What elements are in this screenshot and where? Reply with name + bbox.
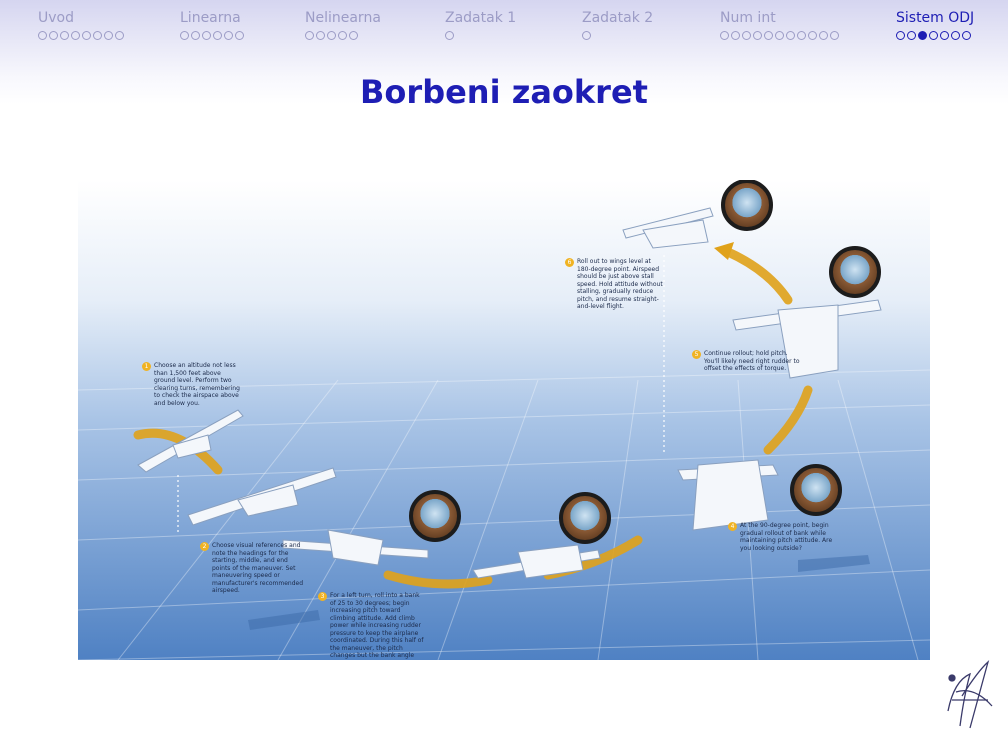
nav-frame-dot[interactable] xyxy=(753,30,762,40)
nav-frame-dot[interactable] xyxy=(582,30,591,40)
attitude-indicator-icon xyxy=(721,180,773,231)
step-note-5: 5 Continue rollout; hold pitch. You'll li… xyxy=(692,350,804,373)
step-badge: 1 xyxy=(142,362,151,371)
nav-frame-dot[interactable] xyxy=(775,30,784,40)
nav-frame-dot[interactable] xyxy=(896,30,905,40)
step-text: Choose visual references and note the he… xyxy=(212,542,304,594)
nav-frame-dot[interactable] xyxy=(49,30,58,40)
nav-frame-dot[interactable] xyxy=(445,30,454,40)
nav-frame-dot[interactable] xyxy=(731,30,740,40)
step-badge: 2 xyxy=(200,542,209,551)
step-badge: 5 xyxy=(692,350,701,359)
nav-frame-dot[interactable] xyxy=(71,30,80,40)
nav-frame-dot[interactable] xyxy=(38,30,47,40)
nav-frame-dot[interactable] xyxy=(104,30,113,40)
nav-dots-sistem-odj xyxy=(896,30,974,40)
nav-section-uvod[interactable]: Uvod xyxy=(38,9,124,40)
step-text: Roll out to wings level at 180-degree po… xyxy=(577,258,663,310)
nav-frame-dot[interactable] xyxy=(202,30,211,40)
nav-frame-dot[interactable] xyxy=(742,30,751,40)
nav-dots-num-int xyxy=(720,30,839,40)
step-text: For a left turn, roll into a bank of 25 … xyxy=(330,592,424,660)
nav-frame-dot[interactable] xyxy=(327,30,336,40)
step-badge: 3 xyxy=(318,592,327,601)
nav-frame-dot[interactable] xyxy=(940,30,949,40)
nav-frame-dot[interactable] xyxy=(213,30,222,40)
nav-frame-dot[interactable] xyxy=(962,30,971,40)
logo-mark xyxy=(947,660,993,729)
attitude-indicator-icon xyxy=(409,490,461,542)
nav-label-nelinearna[interactable]: Nelinearna xyxy=(305,9,381,27)
nav-label-num-int[interactable]: Num int xyxy=(720,9,839,27)
slide-title: Borbeni zaokret xyxy=(360,73,648,111)
nav-frame-dot[interactable] xyxy=(338,30,347,40)
nav-frame-dot[interactable] xyxy=(60,30,69,40)
nav-frame-dot[interactable] xyxy=(180,30,189,40)
nav-frame-dot[interactable] xyxy=(797,30,806,40)
attitude-indicator-icon xyxy=(559,492,611,544)
nav-label-uvod[interactable]: Uvod xyxy=(38,9,124,27)
nav-label-sistem-odj[interactable]: Sistem ODJ xyxy=(896,9,974,27)
nav-dots-zadatak-1 xyxy=(445,30,516,40)
attitude-indicator-icon xyxy=(790,464,842,516)
nav-frame-dot[interactable] xyxy=(224,30,233,40)
step-text: Continue rollout; hold pitch. You'll lik… xyxy=(704,350,800,372)
nav-dots-nelinearna xyxy=(305,30,381,40)
nav-frame-dot[interactable] xyxy=(349,30,358,40)
nav-section-nelinearna[interactable]: Nelinearna xyxy=(305,9,381,40)
attitude-indicator-icon xyxy=(829,246,881,298)
nav-section-sistem-odj[interactable]: Sistem ODJ xyxy=(896,9,974,40)
step-note-1: 1 Choose an altitude not less than 1,500 … xyxy=(142,362,242,407)
nav-frame-dot[interactable] xyxy=(316,30,325,40)
step-note-4: 4 At the 90-degree point, begin gradual r… xyxy=(728,522,838,552)
nav-frame-dot[interactable] xyxy=(786,30,795,40)
nav-frame-dot[interactable] xyxy=(720,30,729,40)
nav-frame-dot[interactable] xyxy=(907,30,916,40)
nav-frame-dot[interactable] xyxy=(918,30,927,40)
nav-label-zadatak-2[interactable]: Zadatak 2 xyxy=(582,9,653,27)
nav-section-zadatak-2[interactable]: Zadatak 2 xyxy=(582,9,653,40)
step-text: Choose an altitude not less than 1,500 f… xyxy=(154,362,240,407)
nav-frame-dot[interactable] xyxy=(191,30,200,40)
nav-label-zadatak-1[interactable]: Zadatak 1 xyxy=(445,9,516,27)
nav-label-linearna[interactable]: Linearna xyxy=(180,9,244,27)
nav-dots-zadatak-2 xyxy=(582,30,653,40)
step-badge: 6 xyxy=(565,258,574,267)
nav-frame-dot[interactable] xyxy=(951,30,960,40)
step-text: At the 90-degree point, begin gradual ro… xyxy=(740,522,833,552)
nav-section-linearna[interactable]: Linearna xyxy=(180,9,244,40)
step-note-3: 3 For a left turn, roll into a bank of 25… xyxy=(318,592,426,660)
nav-section-zadatak-1[interactable]: Zadatak 1 xyxy=(445,9,516,40)
nav-frame-dot[interactable] xyxy=(305,30,314,40)
nav-dots-linearna xyxy=(180,30,244,40)
nav-frame-dot[interactable] xyxy=(115,30,124,40)
nav-frame-dot[interactable] xyxy=(830,30,839,40)
step-note-2: 2 Choose visual references and note the h… xyxy=(200,542,310,595)
step-note-6: 6 Roll out to wings level at 180-degree p… xyxy=(565,258,665,311)
nav-frame-dot[interactable] xyxy=(93,30,102,40)
nav-frame-dot[interactable] xyxy=(235,30,244,40)
nav-frame-dot[interactable] xyxy=(929,30,938,40)
nav-frame-dot[interactable] xyxy=(808,30,817,40)
nav-frame-dot[interactable] xyxy=(764,30,773,40)
university-logo-icon xyxy=(940,656,998,734)
nav-section-num-int[interactable]: Num int xyxy=(720,9,839,40)
nav-frame-dot[interactable] xyxy=(819,30,828,40)
nav-frame-dot[interactable] xyxy=(82,30,91,40)
nav-dots-uvod xyxy=(38,30,124,40)
chandelle-illustration: 1 Choose an altitude not less than 1,500 … xyxy=(78,180,930,660)
step-badge: 4 xyxy=(728,522,737,531)
